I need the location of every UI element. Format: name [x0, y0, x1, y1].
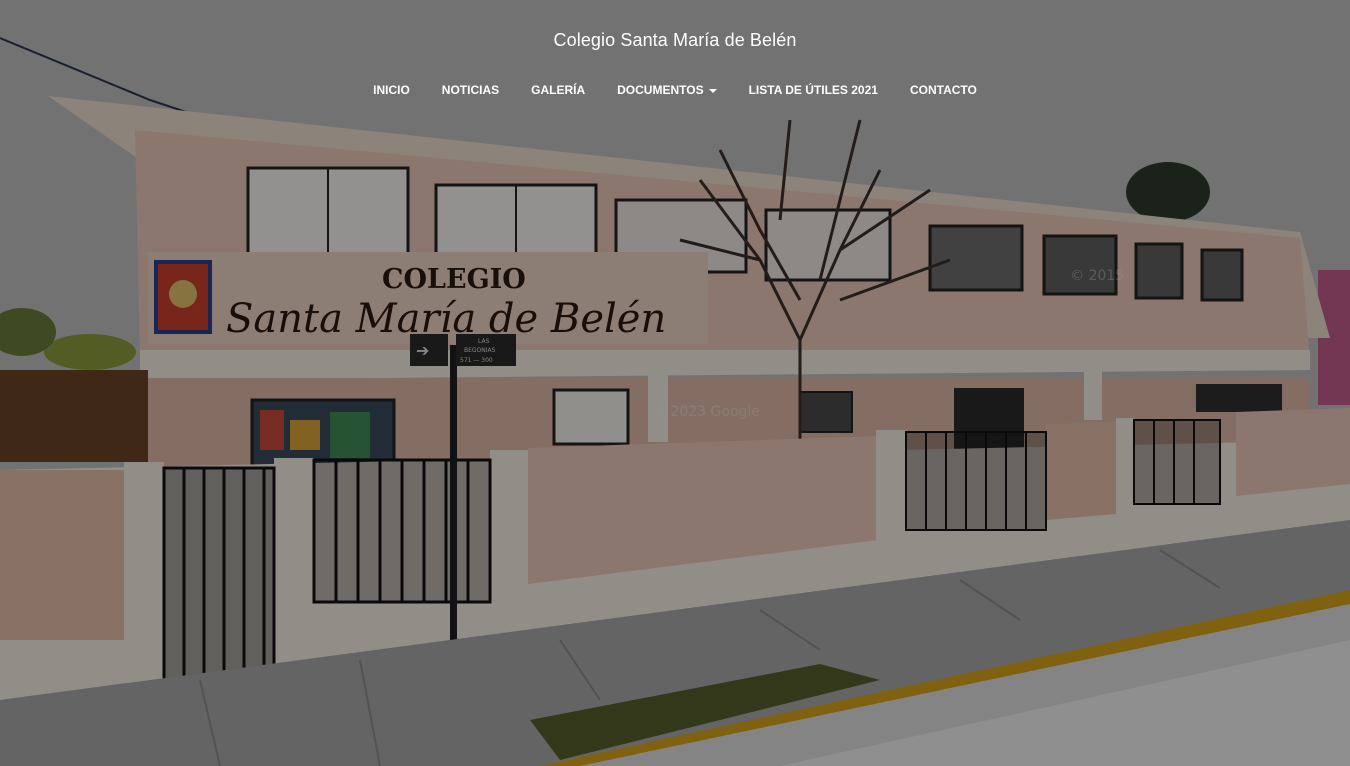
- street-sign-pole: [450, 345, 457, 645]
- wall-pillar: [490, 450, 528, 640]
- wall-pillar: [1116, 418, 1134, 514]
- wall-panel: [1236, 408, 1350, 496]
- iron-fence: [1133, 419, 1221, 505]
- nav-item-lista-de-utiles[interactable]: LISTA DE ÚTILES 2021: [733, 79, 894, 101]
- wall-pillar: [876, 430, 906, 540]
- nav-item-documentos-dropdown[interactable]: DOCUMENTOS: [601, 79, 732, 101]
- window: [799, 391, 853, 433]
- nav-item-label: LISTA DE ÚTILES 2021: [748, 83, 878, 97]
- iron-fence: [312, 458, 492, 604]
- wall-pillar: [274, 458, 314, 668]
- street-sign-line2: BEGONIAS: [464, 347, 496, 354]
- nav-item-label: GALERÍA: [531, 83, 586, 97]
- photo-watermark: © 2023 Google: [652, 404, 760, 420]
- hero-section: COLEGIO Santa María de Belén ➔ LAS BEGON…: [0, 0, 1350, 766]
- caret-down-icon: [708, 88, 717, 93]
- nav-item-contacto[interactable]: CONTACTO: [894, 79, 993, 101]
- window: [1042, 234, 1118, 296]
- nav-item-label: INICIO: [373, 83, 410, 97]
- photo-watermark: © 2015: [1070, 268, 1124, 284]
- school-sign-line1: COLEGIO: [382, 264, 526, 295]
- nav-item-label: NOTICIAS: [441, 83, 500, 97]
- bush: [44, 334, 136, 370]
- nav-item-galeria[interactable]: GALERÍA: [515, 79, 601, 101]
- wall-panel: [0, 470, 124, 640]
- nav-item-noticias[interactable]: NOTICIAS: [426, 79, 515, 101]
- wall-panel: [1046, 422, 1116, 520]
- street-sign-line3: 571 — 300: [460, 357, 493, 364]
- nav-item-label: DOCUMENTOS: [617, 83, 704, 97]
- window: [1134, 242, 1184, 300]
- svg-text:➔: ➔: [416, 341, 429, 360]
- iron-gate: [162, 466, 276, 686]
- wall-pillar: [124, 462, 164, 692]
- window: [1196, 384, 1282, 412]
- window: [1200, 248, 1244, 302]
- window: [552, 388, 630, 446]
- main-navigation: INICIO NOTICIAS GALERÍA DOCUMENTOS LISTA…: [0, 79, 1350, 101]
- nav-item-label: CONTACTO: [909, 83, 977, 97]
- wood-fence: [0, 370, 148, 462]
- site-title-link[interactable]: Colegio Santa María de Belén: [554, 29, 797, 51]
- window: [928, 224, 1024, 292]
- nav-item-inicio[interactable]: INICIO: [357, 79, 426, 101]
- pine-tree: [1126, 162, 1210, 222]
- site-header: Colegio Santa María de Belén INICIO NOTI…: [0, 0, 1350, 120]
- iron-fence: [905, 431, 1047, 531]
- street-sign-line1: LAS: [478, 338, 490, 345]
